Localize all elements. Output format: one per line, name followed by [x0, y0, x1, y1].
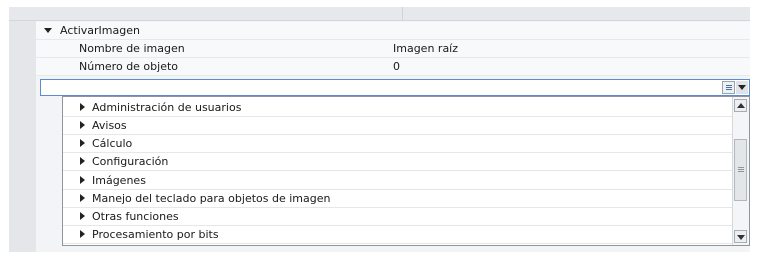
scroll-down-button[interactable]: [734, 230, 747, 243]
expand-arrow-icon[interactable]: [80, 230, 85, 238]
list-item[interactable]: Otras funciones: [63, 207, 733, 226]
expand-arrow-icon[interactable]: [80, 194, 85, 202]
function-dropdown-list[interactable]: Administración de usuarios Avisos Cálcul…: [62, 96, 750, 246]
list-item[interactable]: Avisos: [63, 116, 733, 135]
list-item[interactable]: Procesamiento por bits: [63, 225, 733, 244]
list-item-label: Cálculo: [92, 137, 133, 150]
column-separator: [402, 7, 403, 20]
param-name: Número de objeto: [79, 60, 179, 73]
expand-arrow-icon[interactable]: [80, 176, 85, 184]
list-icon[interactable]: [722, 81, 735, 94]
list-item-label: Administración de usuarios: [92, 101, 242, 114]
param-row[interactable]: Número de objeto 0: [36, 58, 750, 76]
scroll-thumb[interactable]: [734, 139, 747, 201]
grid-header: [9, 7, 750, 21]
expand-arrow-icon[interactable]: [80, 157, 85, 165]
param-value[interactable]: 0: [393, 60, 400, 73]
list-item-label: Otras funciones: [92, 210, 179, 223]
list-item-label: Avisos: [92, 119, 127, 132]
list-item[interactable]: Administración de usuarios: [63, 98, 733, 117]
expand-arrow-icon[interactable]: [44, 28, 52, 33]
param-name: Nombre de imagen: [79, 42, 185, 55]
list-item[interactable]: Cálculo: [63, 134, 733, 153]
list-item-label: Configuración: [92, 155, 169, 168]
list-item-label: Manejo del teclado para objetos de image…: [92, 192, 331, 205]
param-row[interactable]: Nombre de imagen Imagen raíz: [36, 40, 750, 58]
expand-arrow-icon[interactable]: [80, 212, 85, 220]
group-label: ActivarImagen: [60, 24, 140, 37]
row-header-column: [9, 21, 36, 252]
list-item-label: Imágenes: [92, 174, 146, 187]
param-value[interactable]: Imagen raíz: [393, 42, 458, 55]
chevron-up-icon: [737, 103, 745, 108]
chevron-down-icon: [737, 235, 745, 240]
vertical-scrollbar[interactable]: [732, 97, 749, 245]
list-item-label: Procesamiento por bits: [92, 228, 219, 241]
expand-arrow-icon[interactable]: [80, 139, 85, 147]
list-item[interactable]: Configuración: [63, 152, 733, 171]
tree-group-row[interactable]: ActivarImagen: [36, 22, 750, 40]
function-combo-input[interactable]: [40, 79, 750, 96]
list-item[interactable]: Manejo del teclado para objetos de image…: [63, 189, 733, 208]
scroll-up-button[interactable]: [734, 99, 747, 112]
list-item[interactable]: Imágenes: [63, 171, 733, 190]
expand-arrow-icon[interactable]: [80, 121, 85, 129]
chevron-down-icon: [738, 85, 746, 90]
combo-dropdown-button[interactable]: [736, 81, 748, 94]
expand-arrow-icon[interactable]: [80, 103, 85, 111]
